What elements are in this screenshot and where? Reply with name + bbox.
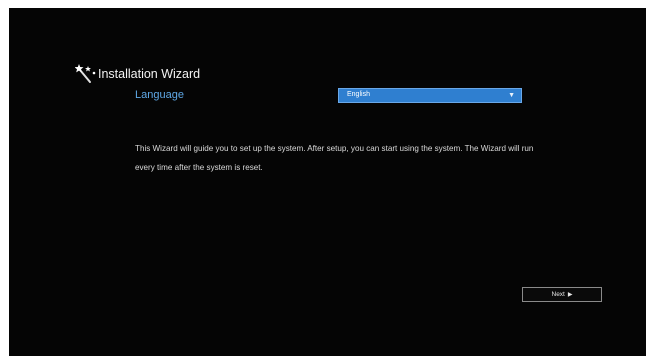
magic-wand-icon bbox=[75, 64, 96, 83]
play-arrow-icon: ▶ bbox=[567, 292, 573, 298]
dropdown-arrow-icon: ▼ bbox=[508, 92, 515, 99]
language-select[interactable]: English ▼ bbox=[338, 88, 522, 103]
language-label: Language bbox=[135, 89, 184, 101]
wizard-description: This Wizard will guide you to set up the… bbox=[135, 144, 534, 172]
language-selected-value: English bbox=[347, 91, 370, 98]
next-button[interactable]: Next ▶ bbox=[522, 287, 602, 302]
page-title: Installation Wizard bbox=[98, 67, 201, 81]
wizard-screen: Installation Wizard Language English ▼ T… bbox=[9, 8, 646, 356]
wizard-header: Installation Wizard bbox=[75, 64, 200, 84]
next-button-label: Next bbox=[551, 291, 565, 298]
